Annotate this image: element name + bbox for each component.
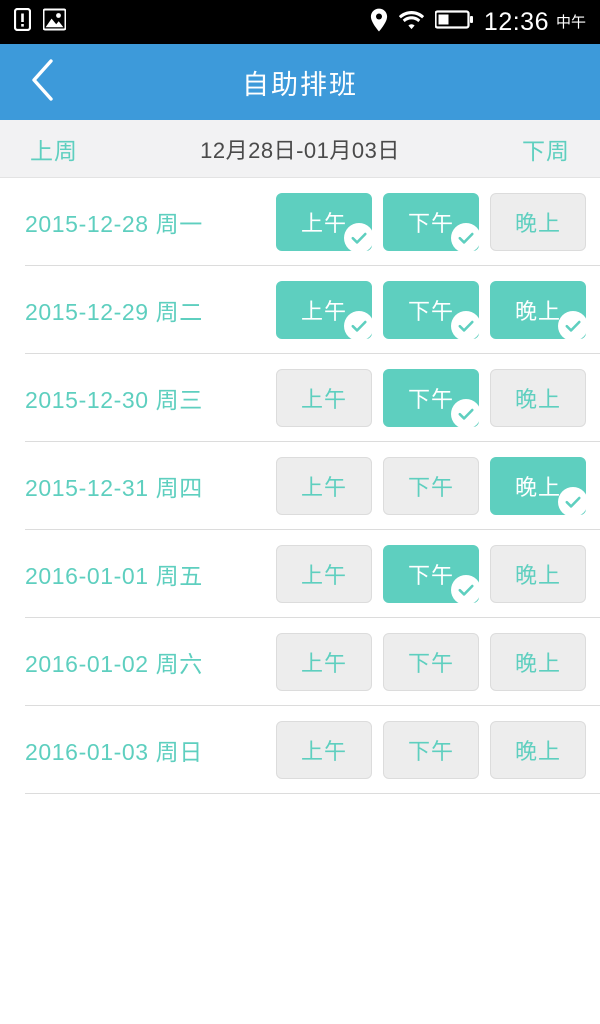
check-badge-icon: [451, 223, 481, 253]
shift-slot-morning[interactable]: 上午: [276, 457, 372, 515]
shift-slot-label: 上午: [300, 387, 347, 412]
shift-slot-morning[interactable]: 上午: [276, 545, 372, 603]
table-row: 2015-12-30 周三 上午 下午 晚上: [0, 354, 600, 442]
shift-slot-evening[interactable]: 晚上: [490, 369, 586, 427]
shift-slot-group: 上午 下午 晚上: [276, 721, 586, 779]
sim-alert-icon: [13, 7, 32, 36]
back-button[interactable]: [0, 44, 84, 120]
shift-slot-group: 上午 下午 晚上: [276, 457, 588, 517]
shift-slot-label: 晚上: [514, 299, 561, 324]
shift-slot-group: 上午 下午 晚上: [276, 281, 588, 341]
shift-slot-label: 上午: [300, 211, 347, 236]
shift-slot-afternoon[interactable]: 下午: [383, 721, 479, 779]
shift-slot-label: 上午: [300, 739, 347, 764]
shift-slot-evening[interactable]: 晚上: [490, 457, 588, 517]
row-date-label: 2015-12-29 周二: [25, 299, 203, 325]
shift-slot-label: 下午: [407, 211, 454, 236]
shift-slot-afternoon[interactable]: 下午: [383, 193, 481, 253]
previous-week-button[interactable]: 上周: [30, 132, 140, 166]
shift-slot-afternoon[interactable]: 下午: [383, 369, 481, 429]
shift-slot-evening[interactable]: 晚上: [490, 633, 586, 691]
shift-slot-label: 下午: [407, 475, 454, 500]
shift-slot-label: 晚上: [514, 739, 561, 764]
shift-slot-group: 上午 下午 晚上: [276, 369, 586, 429]
shift-slot-label: 晚上: [514, 651, 561, 676]
row-date-label: 2016-01-01 周五: [25, 563, 203, 589]
next-week-button[interactable]: 下周: [460, 132, 570, 166]
shift-slot-label: 下午: [407, 651, 454, 676]
row-date-label: 2016-01-03 周日: [25, 739, 203, 765]
row-date-label: 2015-12-28 周一: [25, 211, 203, 237]
image-icon: [42, 8, 67, 36]
shift-slot-afternoon[interactable]: 下午: [383, 281, 481, 341]
chevron-left-icon: [29, 58, 55, 107]
app-header: 自助排班: [0, 44, 600, 120]
shift-slot-morning[interactable]: 上午: [276, 281, 374, 341]
table-row: 2015-12-31 周四 上午 下午 晚上: [0, 442, 600, 530]
check-badge-icon: [451, 575, 481, 605]
shift-slot-label: 晚上: [514, 211, 561, 236]
shift-slot-label: 上午: [300, 475, 347, 500]
shift-slot-group: 上午 下午 晚上: [276, 193, 586, 253]
shift-slot-morning[interactable]: 上午: [276, 369, 372, 427]
shift-slot-evening[interactable]: 晚上: [490, 721, 586, 779]
shift-slot-evening[interactable]: 晚上: [490, 545, 586, 603]
row-date-label: 2016-01-02 周六: [25, 651, 203, 677]
check-badge-icon: [558, 311, 588, 341]
status-bar-clock: 12:36: [483, 7, 549, 36]
row-date-label: 2015-12-30 周三: [25, 387, 203, 413]
row-date-label: 2015-12-31 周四: [25, 475, 203, 501]
status-bar-right-icons: 12:36 中午: [370, 8, 586, 37]
shift-slot-afternoon[interactable]: 下午: [383, 633, 479, 691]
wifi-icon: [398, 10, 425, 35]
shift-slot-morning[interactable]: 上午: [276, 721, 372, 779]
shift-slot-label: 晚上: [514, 475, 561, 500]
shift-slot-evening[interactable]: 晚上: [490, 193, 586, 251]
shift-slot-morning[interactable]: 上午: [276, 193, 374, 253]
shift-slot-label: 上午: [300, 563, 347, 588]
shift-slot-label: 下午: [407, 299, 454, 324]
shift-slot-afternoon[interactable]: 下午: [383, 457, 479, 515]
shift-slot-afternoon[interactable]: 下午: [383, 545, 481, 605]
shift-slot-evening[interactable]: 晚上: [490, 281, 588, 341]
schedule-list: 2015-12-28 周一 上午 下午 晚上 2015-12-29 周二 上午 下午 晚上 20…: [0, 178, 600, 794]
shift-slot-label: 晚上: [514, 387, 561, 412]
page-title: 自助排班: [242, 69, 358, 100]
table-row: 2016-01-01 周五 上午 下午 晚上: [0, 530, 600, 618]
shift-slot-label: 晚上: [514, 563, 561, 588]
shift-slot-morning[interactable]: 上午: [276, 633, 372, 691]
shift-slot-label: 上午: [300, 651, 347, 676]
check-badge-icon: [451, 399, 481, 429]
table-row: 2016-01-02 周六 上午 下午 晚上: [0, 618, 600, 706]
status-bar-ampm: 中午: [555, 13, 586, 31]
shift-slot-group: 上午 下午 晚上: [276, 633, 586, 691]
week-range-label: 12月28日-01月03日: [200, 137, 400, 163]
shift-slot-label: 下午: [407, 563, 454, 588]
table-row: 2015-12-28 周一 上午 下午 晚上: [0, 178, 600, 266]
status-bar: 12:36 中午: [0, 0, 600, 44]
shift-slot-label: 上午: [300, 299, 347, 324]
table-row: 2015-12-29 周二 上午 下午 晚上: [0, 266, 600, 354]
week-navigation-bar: 上周 12月28日-01月03日 下周: [0, 120, 600, 178]
shift-slot-label: 下午: [407, 387, 454, 412]
status-bar-left-icons: [13, 7, 67, 36]
battery-icon: [434, 9, 473, 35]
check-badge-icon: [558, 487, 588, 517]
location-pin-icon: [370, 8, 388, 37]
check-badge-icon: [344, 311, 374, 341]
table-row: 2016-01-03 周日 上午 下午 晚上: [0, 706, 600, 794]
check-badge-icon: [344, 223, 374, 253]
check-badge-icon: [451, 311, 481, 341]
shift-slot-label: 下午: [407, 739, 454, 764]
shift-slot-group: 上午 下午 晚上: [276, 545, 586, 605]
